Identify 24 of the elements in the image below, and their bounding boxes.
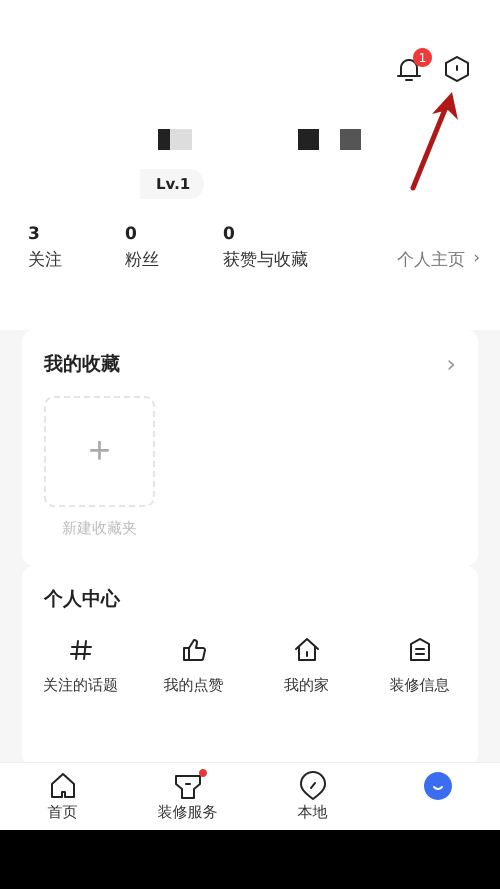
level-badge: Lv.1 bbox=[140, 169, 204, 199]
section-title: 我的收藏 bbox=[44, 352, 120, 377]
menu-item[interactable]: 装修信息 bbox=[363, 636, 476, 695]
stat-count: 0 bbox=[223, 224, 236, 244]
nav-tab[interactable]: 装修服务 bbox=[125, 763, 250, 830]
settings-icon[interactable] bbox=[443, 55, 471, 83]
stat-count: 3 bbox=[28, 224, 41, 244]
stat-label: 获赞与收藏 bbox=[223, 249, 309, 271]
pixelated-name bbox=[340, 128, 361, 150]
stat-label: 粉丝 bbox=[125, 249, 160, 271]
stat-label: 关注 bbox=[28, 249, 63, 271]
menu-item[interactable]: 我的点赞 bbox=[137, 636, 250, 695]
section-title: 个人中心 bbox=[44, 588, 120, 610]
house-icon bbox=[292, 636, 320, 664]
stat-count: 0 bbox=[125, 224, 138, 244]
notification-badge: 1 bbox=[413, 48, 432, 67]
nav-tab[interactable]: 本地 bbox=[250, 763, 375, 830]
nav-tab[interactable]: 首页 bbox=[0, 763, 125, 830]
homepage-link[interactable]: 个人主页 › bbox=[397, 248, 480, 271]
pixelated-name bbox=[298, 128, 319, 150]
compass-icon bbox=[298, 771, 328, 801]
menu-item[interactable]: 关注的话题 bbox=[24, 636, 137, 695]
menu-item[interactable]: 我的家 bbox=[250, 636, 363, 695]
new-folder-label: 新建收藏夹 bbox=[61, 519, 138, 538]
